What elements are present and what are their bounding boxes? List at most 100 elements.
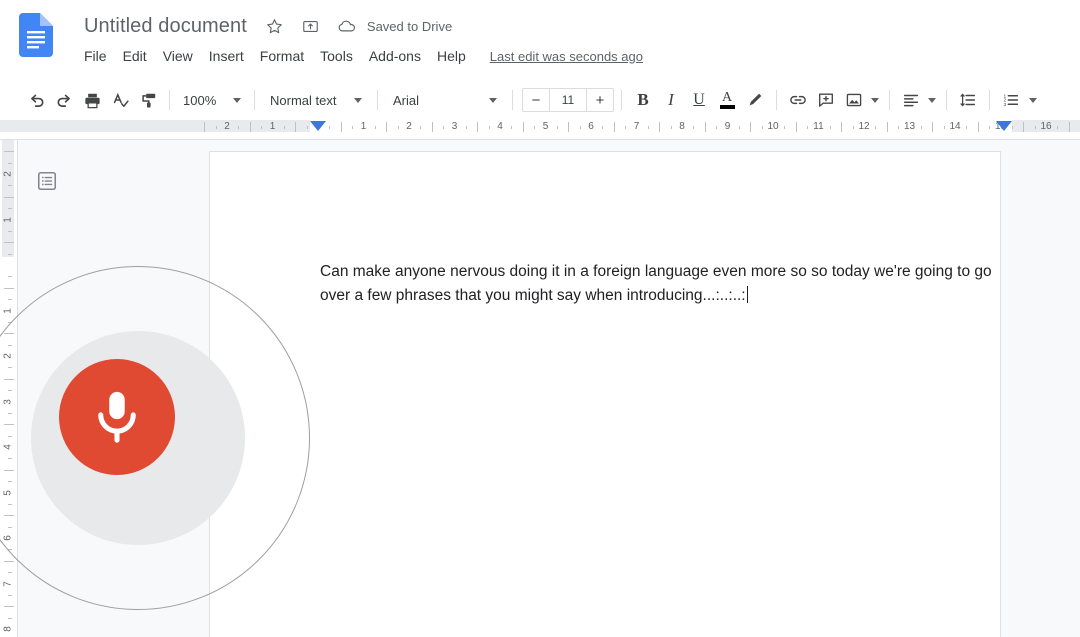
vruler-quarter-tick — [8, 390, 12, 392]
paragraph-style-dropdown[interactable]: Normal text — [262, 87, 370, 113]
left-indent-marker[interactable] — [310, 121, 326, 131]
text-align-icon[interactable] — [897, 86, 925, 114]
toolbar-divider-8 — [946, 90, 947, 110]
ruler-half-tick — [1023, 122, 1025, 132]
last-edit-link[interactable]: Last edit was seconds ago — [490, 49, 643, 64]
text-cursor — [746, 285, 749, 303]
ruler-quarter-tick — [738, 126, 740, 129]
right-indent-marker[interactable] — [996, 121, 1012, 131]
insert-image-icon[interactable] — [840, 86, 868, 114]
vruler-half-tick — [4, 196, 14, 198]
ruler-quarter-tick — [465, 126, 467, 129]
horizontal-ruler[interactable]: 211234567891011121314151617 — [0, 118, 1080, 140]
ruler-half-tick — [295, 122, 297, 132]
title-row: Untitled document Saved to Drive — [80, 10, 452, 42]
google-docs-icon[interactable] — [19, 13, 53, 57]
vruler-half-tick — [4, 151, 14, 153]
ruler-half-tick — [704, 122, 706, 132]
insert-image-dropdown[interactable] — [868, 86, 882, 114]
redo-icon[interactable] — [50, 86, 78, 114]
underline-button[interactable]: U — [685, 86, 713, 114]
spellcheck-icon[interactable] — [106, 86, 134, 114]
vruler-quarter-tick — [8, 162, 12, 164]
font-family-dropdown[interactable]: Arial — [385, 87, 505, 113]
ruler-tick-label: 8 — [679, 121, 685, 132]
menu-item-format[interactable]: Format — [252, 46, 312, 66]
document-body-text[interactable]: Can make anyone nervous doing it in a fo… — [320, 260, 1010, 307]
ruler-quarter-tick — [1057, 126, 1059, 129]
ruler-quarter-tick — [1034, 126, 1036, 129]
font-family-value: Arial — [393, 92, 420, 108]
chevron-down-icon — [1029, 97, 1037, 103]
document-outline-icon[interactable] — [34, 168, 60, 194]
toolbar-divider-4 — [512, 90, 513, 110]
horizontal-ruler-track: 211234567891011121314151617 — [0, 118, 1080, 140]
text-color-letter: A — [721, 90, 733, 105]
spellcheck-icon-svg — [113, 92, 129, 107]
vruler-quarter-tick — [8, 299, 12, 301]
ruler-tick-label: 6 — [588, 121, 594, 132]
highlight-pen-icon[interactable] — [741, 86, 769, 114]
italic-button[interactable]: I — [657, 86, 685, 114]
vruler-tick-label: 8 — [2, 626, 14, 632]
redo-icon-svg — [57, 94, 70, 107]
zoom-level-dropdown[interactable]: 100% — [177, 87, 247, 113]
chevron-down-icon — [233, 97, 241, 103]
ruler-quarter-tick — [670, 126, 672, 129]
numbered-list-icon-svg: 1 2 3 — [1004, 93, 1019, 108]
app-header: Untitled document Saved to Drive File Ed… — [0, 0, 1080, 72]
add-comment-icon[interactable] — [812, 86, 840, 114]
line-spacing-icon[interactable] — [954, 86, 982, 114]
vruler-quarter-tick — [8, 481, 12, 483]
cloud-saved-icon[interactable] — [335, 14, 359, 38]
font-size-decrease-button[interactable]: − — [523, 89, 549, 111]
ruler-half-tick — [568, 122, 570, 132]
vruler-half-tick — [4, 424, 14, 426]
vruler-quarter-tick — [8, 208, 12, 210]
menu-item-help[interactable]: Help — [429, 46, 474, 66]
undo-icon[interactable] — [22, 86, 50, 114]
bold-button[interactable]: B — [629, 86, 657, 114]
ruler-half-tick — [249, 122, 251, 132]
ruler-quarter-tick — [602, 126, 604, 129]
numbered-list-icon[interactable]: 1 2 3 — [997, 86, 1025, 114]
vruler-half-tick — [4, 287, 14, 289]
voice-typing-mic-button[interactable] — [59, 359, 175, 475]
undo-icon-svg — [30, 94, 43, 107]
zoom-level-value: 100% — [183, 92, 217, 108]
insert-link-icon[interactable] — [784, 86, 812, 114]
menu-item-insert[interactable]: Insert — [201, 46, 252, 66]
menu-item-edit[interactable]: Edit — [115, 46, 155, 66]
vruler-quarter-tick — [8, 594, 12, 596]
font-size-increase-button[interactable]: + — [587, 89, 613, 111]
vertical-ruler[interactable]: 2 1 1 2 3 4 5 6 7 8 — [0, 140, 17, 637]
font-size-value[interactable]: 11 — [549, 89, 587, 111]
ruler-tick-label: 13 — [903, 121, 916, 132]
text-color-button[interactable]: A — [713, 86, 741, 114]
ruler-quarter-tick — [215, 126, 217, 129]
ruler-half-tick — [204, 122, 206, 132]
ruler-quarter-tick — [397, 126, 399, 129]
vertical-ruler-edge — [17, 140, 18, 637]
text-align-icon-svg — [903, 94, 919, 107]
ruler-quarter-tick — [852, 126, 854, 129]
chevron-down-icon — [354, 97, 362, 103]
vruler-tick-label: 2 — [2, 353, 14, 359]
ruler-half-tick — [431, 122, 433, 132]
ruler-quarter-tick — [898, 126, 900, 129]
menu-item-file[interactable]: File — [76, 46, 115, 66]
document-title[interactable]: Untitled document — [80, 11, 251, 41]
move-to-folder-icon[interactable] — [299, 14, 323, 38]
ruler-quarter-tick — [238, 126, 240, 129]
paint-format-icon[interactable] — [134, 86, 162, 114]
document-page[interactable]: Can make anyone nervous doing it in a fo… — [210, 152, 1000, 637]
menu-item-view[interactable]: View — [155, 46, 201, 66]
ruler-quarter-tick — [488, 126, 490, 129]
print-icon[interactable] — [78, 86, 106, 114]
text-align-dropdown[interactable] — [925, 86, 939, 114]
numbered-list-dropdown[interactable] — [1025, 86, 1041, 114]
menu-item-tools[interactable]: Tools — [312, 46, 361, 66]
menu-item-addons[interactable]: Add-ons — [361, 46, 429, 66]
star-icon[interactable] — [263, 14, 287, 38]
vruler-quarter-tick — [8, 344, 12, 346]
